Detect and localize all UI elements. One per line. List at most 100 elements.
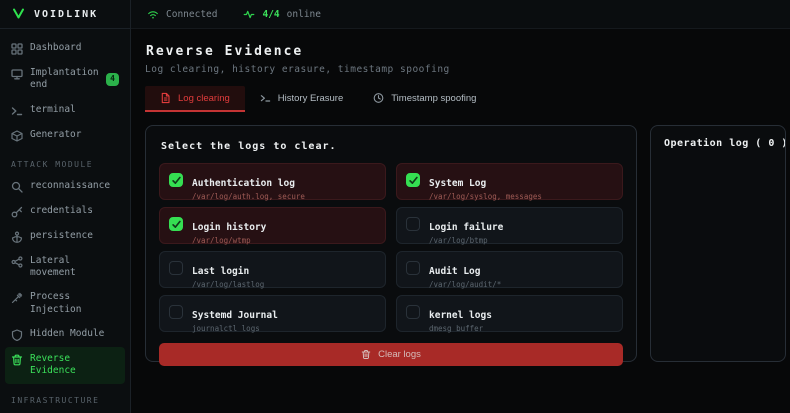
clear-logs-button[interactable]: Clear logs xyxy=(159,343,623,366)
sidebar-item-process-injection[interactable]: Process Injection xyxy=(5,285,125,322)
log-option-path: journalctl logs xyxy=(192,324,278,333)
terminal-icon xyxy=(260,92,271,104)
sidebar-item-label: persistence xyxy=(30,230,93,242)
panel-heading: Select the logs to clear. xyxy=(161,141,623,152)
implant-count-badge: 4 xyxy=(106,73,119,85)
log-option-path: /var/log/auth.log, secure xyxy=(192,192,305,201)
sidebar-item-reverse-evidence[interactable]: Reverse Evidence xyxy=(5,347,125,384)
tab-log-clearing[interactable]: Log clearing xyxy=(145,86,245,112)
tab-timestamp-spoofing[interactable]: Timestamp spoofing xyxy=(358,86,491,112)
checkbox-checked[interactable] xyxy=(406,173,420,187)
file-icon xyxy=(160,92,171,104)
log-option-last-login[interactable]: Last login /var/log/lastlog xyxy=(159,251,386,288)
log-option-title: System Log xyxy=(429,178,486,189)
sidebar-header: VOIDLINK xyxy=(0,0,130,29)
tab-bar: Log clearing History Erasure Timestamp s… xyxy=(145,86,786,112)
log-option-title: Login failure xyxy=(429,222,503,233)
checkbox-unchecked[interactable] xyxy=(169,305,183,319)
share-icon xyxy=(11,256,23,268)
sidebar-item-label: Hidden Module xyxy=(30,328,104,340)
tab-label: History Erasure xyxy=(278,93,343,104)
clock-icon xyxy=(373,92,384,104)
sidebar-item-reconnaissance[interactable]: reconnaissance xyxy=(5,174,125,199)
operation-log-panel: Operation log ( 0 ) xyxy=(650,125,786,362)
log-option-authentication-log[interactable]: Authentication log /var/log/auth.log, se… xyxy=(159,163,386,200)
voidlink-logo-icon xyxy=(12,8,25,20)
monitor-icon xyxy=(11,68,23,80)
sidebar-item-label: Generator xyxy=(30,129,81,141)
sidebar-item-persistence[interactable]: persistence xyxy=(5,224,125,249)
sidebar-nav: Dashboard Implantation end 4 terminal xyxy=(0,29,130,148)
log-option-path: /var/log/audit/* xyxy=(429,280,501,289)
trash-icon xyxy=(11,354,23,366)
voidlink-app: VOIDLINK Dashboard Implantation end 4 xyxy=(0,0,790,413)
log-option-audit-log[interactable]: Audit Log /var/log/audit/* xyxy=(396,251,623,288)
sidebar-item-label: terminal xyxy=(30,104,76,116)
log-option-path: /var/log/lastlog xyxy=(192,280,264,289)
panels-row: Select the logs to clear. Authentication… xyxy=(145,125,786,362)
connection-status: Connected xyxy=(147,9,217,20)
sidebar: VOIDLINK Dashboard Implantation end 4 xyxy=(0,0,131,413)
tab-history-erasure[interactable]: History Erasure xyxy=(245,86,358,112)
operation-log-title: Operation log ( 0 ) xyxy=(664,138,781,149)
log-option-title: Systemd Journal xyxy=(192,310,278,321)
checkbox-unchecked[interactable] xyxy=(406,305,420,319)
log-option-kernel-logs[interactable]: kernel logs dmesg buffer xyxy=(396,295,623,332)
anchor-icon xyxy=(11,231,23,243)
page-subtitle: Log clearing, history erasure, timestamp… xyxy=(145,64,786,75)
tab-label: Timestamp spoofing xyxy=(391,93,476,104)
activity-icon xyxy=(243,9,255,20)
log-option-title: kernel logs xyxy=(429,310,492,321)
brand-title: VOIDLINK xyxy=(34,9,98,20)
trash-icon xyxy=(361,349,371,360)
checkbox-unchecked[interactable] xyxy=(406,261,420,275)
sidebar-item-dashboard[interactable]: Dashboard xyxy=(5,36,125,61)
key-icon xyxy=(11,206,23,218)
log-option-login-history[interactable]: Login history /var/log/wtmp xyxy=(159,207,386,244)
sidebar-item-label: Implantation end xyxy=(30,67,99,92)
log-options-grid: Authentication log /var/log/auth.log, se… xyxy=(159,163,623,332)
wifi-icon xyxy=(147,9,159,20)
sidebar-item-label: Lateral movement xyxy=(30,255,119,280)
sidebar-item-implantation-end[interactable]: Implantation end 4 xyxy=(5,61,125,98)
log-option-title: Authentication log xyxy=(192,178,295,189)
search-icon xyxy=(11,181,23,193)
infrastructure-section-label: INFRASTRUCTURE xyxy=(0,384,130,410)
log-option-systemd-journal[interactable]: Systemd Journal journalctl logs xyxy=(159,295,386,332)
connection-label: Connected xyxy=(166,9,217,20)
sidebar-item-terminal[interactable]: terminal xyxy=(5,98,125,123)
log-option-login-failure[interactable]: Login failure /var/log/btmp xyxy=(396,207,623,244)
sidebar-item-hidden-module[interactable]: Hidden Module xyxy=(5,322,125,347)
sidebar-item-label: Process Injection xyxy=(30,291,119,316)
attack-module-nav: reconnaissance credentials persistence L… xyxy=(0,174,130,384)
checkbox-unchecked[interactable] xyxy=(169,261,183,275)
page-content: Reverse Evidence Log clearing, history e… xyxy=(131,29,790,413)
agents-online-label: online xyxy=(287,9,321,20)
log-option-title: Last login xyxy=(192,266,249,277)
log-option-path: /var/log/wtmp xyxy=(192,236,266,245)
terminal-icon xyxy=(11,105,23,117)
log-option-title: Audit Log xyxy=(429,266,480,277)
checkbox-checked[interactable] xyxy=(169,217,183,231)
sidebar-item-credentials[interactable]: credentials xyxy=(5,199,125,224)
log-option-title: Login history xyxy=(192,222,266,233)
agents-count: 4/4 xyxy=(262,9,279,20)
checkbox-checked[interactable] xyxy=(169,173,183,187)
checkbox-unchecked[interactable] xyxy=(406,217,420,231)
dashboard-grid-icon xyxy=(11,43,23,55)
agents-status: 4/4 online xyxy=(243,9,321,20)
sidebar-item-label: Reverse Evidence xyxy=(30,353,119,378)
sidebar-item-label: Dashboard xyxy=(30,42,81,54)
page-title: Reverse Evidence xyxy=(146,44,786,59)
sidebar-item-generator[interactable]: Generator xyxy=(5,123,125,148)
tab-label: Log clearing xyxy=(178,93,230,104)
shield-icon xyxy=(11,329,23,341)
log-option-path: /var/log/syslog, messages xyxy=(429,192,542,201)
syringe-icon xyxy=(11,292,23,304)
log-option-path: dmesg buffer xyxy=(429,324,492,333)
log-option-path: /var/log/btmp xyxy=(429,236,503,245)
sidebar-item-label: reconnaissance xyxy=(30,180,110,192)
attack-module-section-label: ATTACK MODULE xyxy=(0,148,130,174)
sidebar-item-lateral-movement[interactable]: Lateral movement xyxy=(5,249,125,286)
log-option-system-log[interactable]: System Log /var/log/syslog, messages xyxy=(396,163,623,200)
